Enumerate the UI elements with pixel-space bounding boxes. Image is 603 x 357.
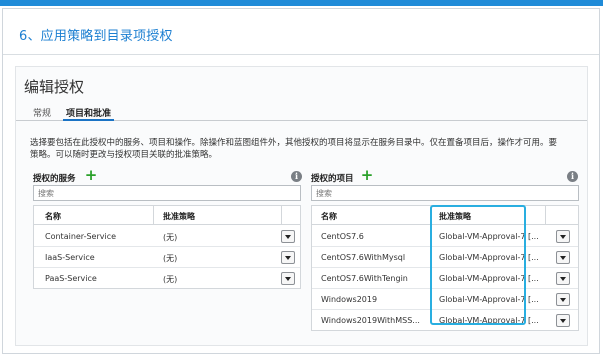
table-row[interactable]: Windows2019 Global-VM-Approval-7 [... bbox=[312, 289, 578, 310]
description: 选择要包括在此授权中的服务、项目和操作。除操作和蓝图组件外，其他授权的项目将显示… bbox=[30, 137, 587, 161]
policy-dropdown-chevron-down-icon[interactable] bbox=[556, 251, 570, 264]
item-name: CentOS7.6WithTengin bbox=[321, 274, 408, 283]
policy-dropdown-chevron-down-icon[interactable] bbox=[281, 251, 295, 264]
item-policy-suffix: [... bbox=[528, 274, 539, 283]
table-row[interactable]: IaaS-Service (无) bbox=[34, 247, 300, 268]
items-table: 名称 批准策略 CentOS7.6 Global-VM-Approval-7 [… bbox=[311, 205, 579, 331]
table-row[interactable]: CentOS7.6 Global-VM-Approval-7 [... bbox=[312, 226, 578, 247]
table-row[interactable]: Windows2019WithMSS... Global-VM-Approval… bbox=[312, 310, 578, 331]
top-accent-bar bbox=[0, 0, 603, 6]
policy-dropdown-chevron-down-icon[interactable] bbox=[556, 293, 570, 306]
description-line-2: 策略。可以随时更改与授权项目关联的批准策略。 bbox=[30, 150, 218, 160]
service-name: Container-Service bbox=[45, 232, 117, 241]
entitled-services-label: 授权的服务 bbox=[33, 174, 76, 184]
table-row[interactable]: PaaS-Service (无) bbox=[34, 268, 300, 289]
table-row[interactable]: CentOS7.6WithMysql Global-VM-Approval-7 … bbox=[312, 247, 578, 268]
items-table-header: 名称 批准策略 bbox=[312, 206, 578, 225]
entitled-items-label: 授权的项目 bbox=[311, 174, 354, 184]
column-separator bbox=[153, 206, 154, 225]
policy-dropdown-chevron-down-icon[interactable] bbox=[281, 230, 295, 243]
items-search-input[interactable] bbox=[311, 185, 579, 201]
item-name: CentOS7.6 bbox=[321, 232, 364, 241]
divider bbox=[3, 54, 599, 55]
item-name: Windows2019WithMSS... bbox=[321, 316, 420, 325]
service-policy: (无) bbox=[163, 254, 178, 263]
items-info-icon[interactable]: i bbox=[567, 171, 578, 182]
column-header-name[interactable]: 名称 bbox=[321, 211, 337, 222]
tab-general[interactable]: 常规 bbox=[30, 106, 54, 119]
item-name: Windows2019 bbox=[321, 295, 378, 304]
policy-dropdown-chevron-down-icon[interactable] bbox=[281, 272, 295, 285]
item-policy: Global-VM-Approval-7 bbox=[439, 295, 526, 304]
column-header-policy[interactable]: 批准策略 bbox=[163, 211, 195, 222]
policy-dropdown-chevron-down-icon[interactable] bbox=[556, 314, 570, 327]
service-name: PaaS-Service bbox=[45, 274, 97, 283]
tab-bar: 常规 项目和批准 bbox=[16, 104, 587, 121]
item-policy-suffix: [... bbox=[528, 253, 539, 262]
item-policy: Global-VM-Approval-7 bbox=[439, 232, 526, 241]
item-policy-suffix: [... bbox=[528, 295, 539, 304]
item-policy: Global-VM-Approval-7 bbox=[439, 274, 526, 283]
services-info-icon[interactable]: i bbox=[291, 171, 302, 182]
item-policy: Global-VM-Approval-7 bbox=[439, 253, 526, 262]
panel-title: 编辑授权 bbox=[24, 78, 85, 96]
edit-entitlement-panel: 编辑授权 常规 项目和批准 选择要包括在此授权中的服务、项目和操作。除操作和蓝图… bbox=[15, 66, 588, 346]
column-header-policy[interactable]: 批准策略 bbox=[439, 211, 471, 222]
step-title: 6、应用策略到目录项授权 bbox=[19, 29, 173, 44]
table-row[interactable]: CentOS7.6WithTengin Global-VM-Approval-7… bbox=[312, 268, 578, 289]
item-policy: Global-VM-Approval-7 bbox=[439, 316, 526, 325]
description-line-1: 选择要包括在此授权中的服务、项目和操作。除操作和蓝图组件外，其他授权的项目将显示… bbox=[30, 138, 558, 148]
column-header-name[interactable]: 名称 bbox=[45, 211, 61, 222]
table-row[interactable]: Container-Service (无) bbox=[34, 226, 300, 247]
item-policy-suffix: [... bbox=[528, 316, 539, 325]
policy-dropdown-chevron-down-icon[interactable] bbox=[556, 230, 570, 243]
service-policy: (无) bbox=[163, 275, 178, 284]
tab-items-approvals[interactable]: 项目和批准 bbox=[63, 106, 115, 121]
column-separator bbox=[431, 206, 432, 225]
services-search-input[interactable] bbox=[33, 185, 301, 201]
service-policy: (无) bbox=[163, 233, 178, 242]
add-item-plus-icon[interactable]: + bbox=[360, 168, 374, 183]
policy-dropdown-chevron-down-icon[interactable] bbox=[556, 272, 570, 285]
item-name: CentOS7.6WithMysql bbox=[321, 253, 406, 262]
item-policy-suffix: [... bbox=[528, 232, 539, 241]
services-table-header: 名称 批准策略 bbox=[34, 206, 300, 225]
column-separator bbox=[281, 206, 282, 225]
services-table: 名称 批准策略 Container-Service (无) IaaS-Servi… bbox=[33, 205, 301, 289]
add-service-plus-icon[interactable]: + bbox=[84, 168, 98, 183]
column-separator bbox=[545, 206, 546, 225]
service-name: IaaS-Service bbox=[45, 253, 95, 262]
